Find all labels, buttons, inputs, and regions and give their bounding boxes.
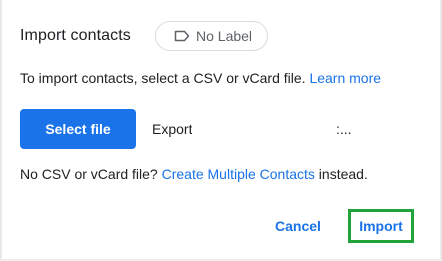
select-file-button[interactable]: Select file bbox=[20, 109, 136, 149]
selected-file-name-suffix: :... bbox=[336, 121, 352, 137]
instruction-label: To import contacts, select a CSV or vCar… bbox=[20, 70, 306, 86]
label-outline-icon bbox=[174, 30, 190, 42]
learn-more-link[interactable]: Learn more bbox=[309, 70, 381, 86]
create-multiple-contacts-link[interactable]: Create Multiple Contacts bbox=[162, 166, 315, 182]
dialog-title: Import contacts bbox=[20, 27, 131, 44]
selected-file-name: Export bbox=[152, 121, 193, 137]
no-file-text: No CSV or vCard file? Create Multiple Co… bbox=[20, 166, 368, 182]
no-file-prefix: No CSV or vCard file? bbox=[20, 166, 158, 182]
import-contacts-dialog: Import contacts No Label To import conta… bbox=[0, 0, 442, 261]
label-chip[interactable]: No Label bbox=[155, 21, 268, 51]
no-file-suffix: instead. bbox=[318, 166, 368, 182]
dialog-left-edge bbox=[0, 0, 2, 261]
instruction-text: To import contacts, select a CSV or vCar… bbox=[20, 70, 381, 86]
label-chip-text: No Label bbox=[196, 28, 253, 44]
cancel-button[interactable]: Cancel bbox=[266, 211, 330, 241]
import-button[interactable]: Import bbox=[351, 212, 411, 240]
redacted-region bbox=[192, 119, 344, 139]
